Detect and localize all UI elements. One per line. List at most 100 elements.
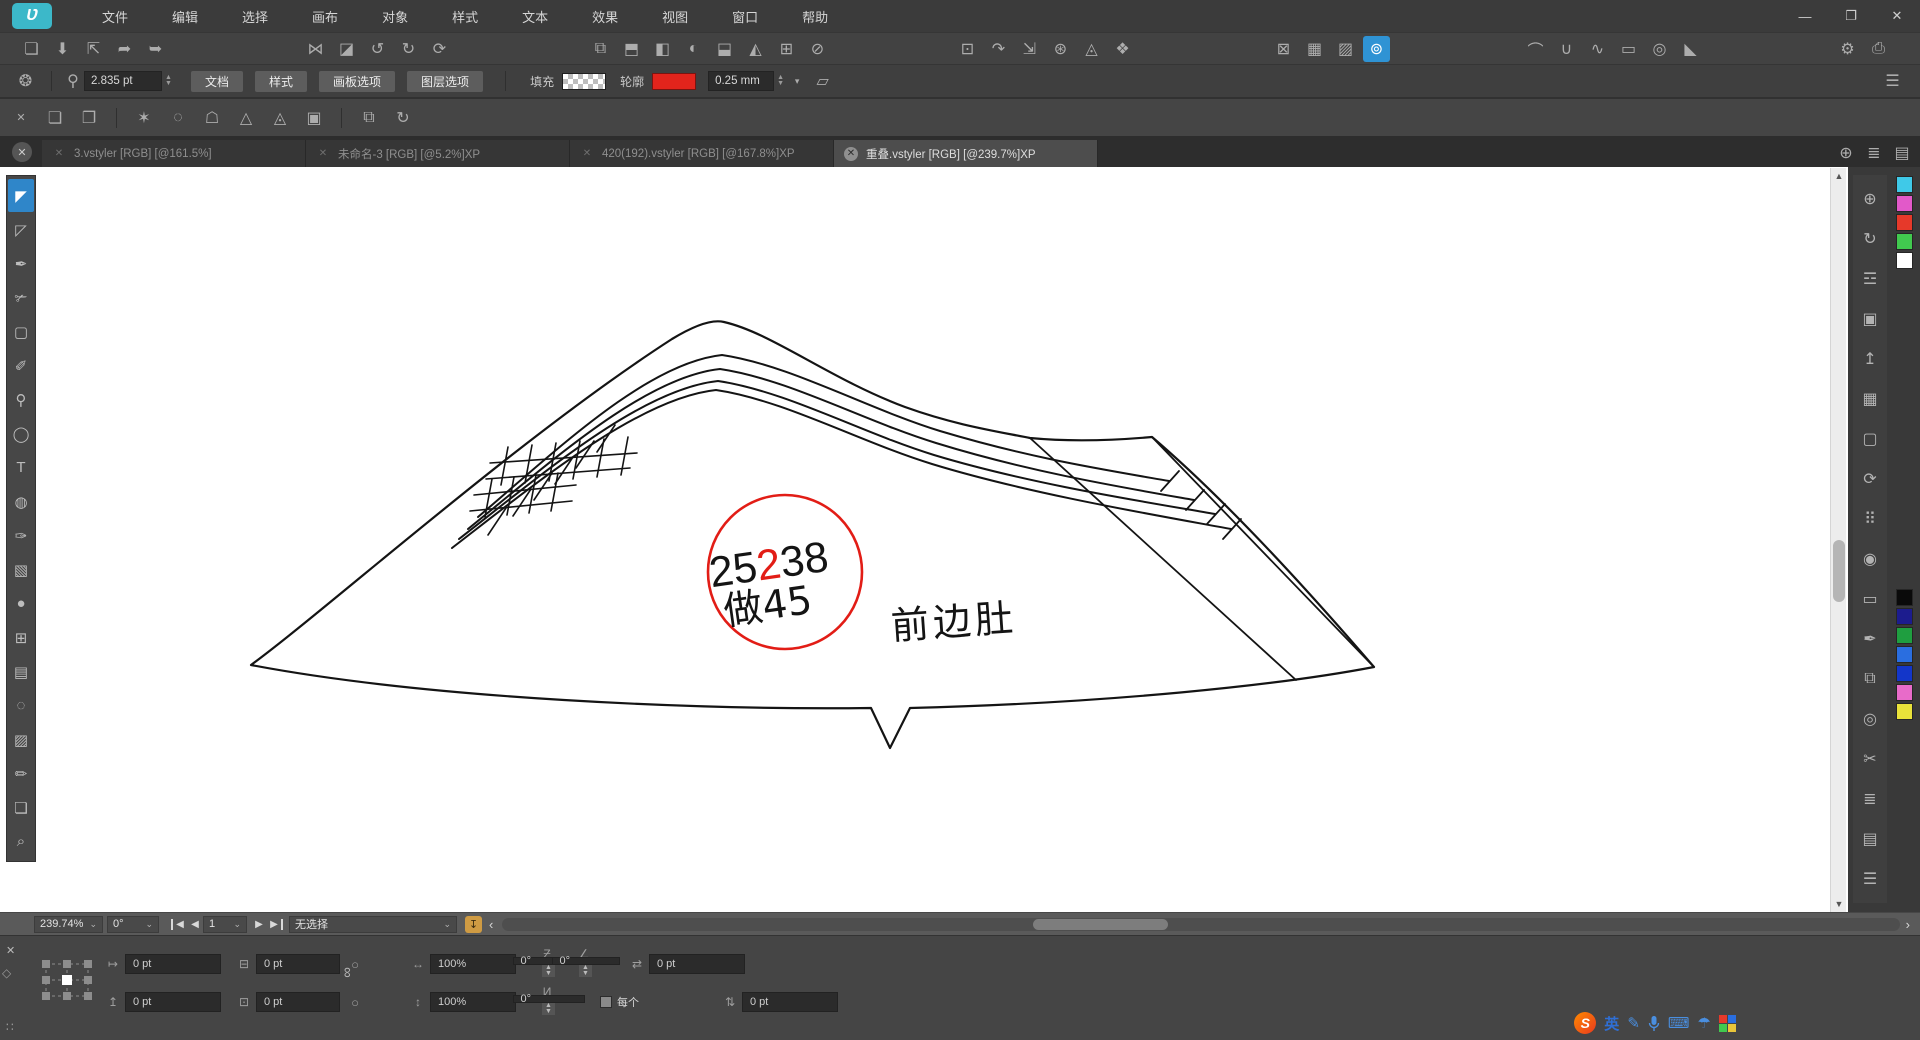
rotate-cw-icon[interactable]: ↻: [395, 36, 422, 62]
link-proportions-icon[interactable]: ∞: [339, 967, 356, 978]
scroll-up-icon[interactable]: ▲: [1831, 168, 1847, 184]
panel-close-icon[interactable]: ✕: [6, 944, 15, 957]
swatch-cyan[interactable]: [1896, 176, 1913, 193]
properties-icon[interactable]: ☲: [1856, 260, 1884, 298]
swatch-yellow[interactable]: [1896, 703, 1913, 720]
next-page-button[interactable]: ▶: [251, 919, 267, 930]
history-icon[interactable]: ↻: [1856, 220, 1884, 258]
share-icon[interactable]: ➦: [111, 36, 138, 62]
document-settings-icon[interactable]: ⚙: [1834, 36, 1861, 62]
pen-settings-icon[interactable]: ✒: [1856, 620, 1884, 658]
ime-pen-icon[interactable]: ✎: [1627, 1014, 1640, 1032]
flip-horizontal-icon[interactable]: ⋈: [302, 36, 329, 62]
content-select-icon[interactable]: ☖: [197, 104, 227, 132]
cut-panel-icon[interactable]: ✂: [1856, 740, 1884, 778]
page-tool[interactable]: ❏: [8, 791, 34, 824]
navigator-icon[interactable]: ⊕: [1856, 180, 1884, 218]
direct-select-tool[interactable]: ◸: [8, 213, 34, 246]
menu-canvas[interactable]: 画布: [290, 0, 360, 32]
stroke-width-spinner[interactable]: ▲▼: [774, 71, 787, 91]
dock-list-icon[interactable]: ≣: [1862, 140, 1886, 166]
paste-style-icon[interactable]: ❐: [74, 104, 104, 132]
tab-chongdie[interactable]: ✕ 重叠.vstyler [RGB] [@239.7%]XP: [834, 140, 1098, 167]
menu-text[interactable]: 文本: [500, 0, 570, 32]
ime-language-toggle[interactable]: 英: [1604, 1013, 1619, 1034]
stroke-swatch[interactable]: [652, 73, 696, 90]
grid-panel-icon[interactable]: ⠿: [1856, 500, 1884, 538]
stroke-step-spinner[interactable]: ▲▼: [162, 71, 175, 91]
rows-tool[interactable]: ▤: [8, 655, 34, 688]
shape-builder-icon[interactable]: ❖: [1109, 36, 1136, 62]
piece-label[interactable]: 前边肚: [890, 596, 1019, 649]
export-icon[interactable]: ⇱: [80, 36, 107, 62]
mesh-tool[interactable]: ◍: [8, 485, 34, 518]
last-page-button[interactable]: ▶: [267, 919, 283, 930]
zoom-tool[interactable]: ⌕: [8, 825, 34, 858]
frame-icon[interactable]: ▢: [1856, 420, 1884, 458]
vertical-scroll-thumb[interactable]: [1833, 540, 1845, 602]
first-page-button[interactable]: ◀: [171, 919, 187, 930]
field-spinner[interactable]: ▲▼: [579, 965, 592, 977]
tab-420-192[interactable]: ✕ 420(192).vstyler [RGB] [@167.8%]XP: [570, 140, 834, 167]
canvas[interactable]: 25238 做45 前边肚: [0, 167, 1920, 912]
band-line-left[interactable]: [1030, 438, 1296, 680]
no-fill-icon[interactable]: ⊠: [1270, 36, 1297, 62]
scroll-right-icon[interactable]: ›: [1906, 917, 1910, 932]
panel-menu-icon[interactable]: ☰: [1856, 860, 1884, 898]
node-box-icon[interactable]: ▣: [299, 104, 329, 132]
band-line-right[interactable]: [1152, 437, 1374, 667]
ime-toolbox-icon[interactable]: ☂: [1698, 1014, 1711, 1032]
menu-file[interactable]: 文件: [80, 0, 150, 32]
menu-help[interactable]: 帮助: [780, 0, 850, 32]
each-checkbox-box[interactable]: [600, 996, 612, 1008]
export-panel-icon[interactable]: ↥: [1856, 340, 1884, 378]
select-tool[interactable]: ◤: [8, 179, 34, 212]
pin-tool[interactable]: ⚲: [8, 383, 34, 416]
toolbar-close-icon[interactable]: ✕: [6, 104, 36, 132]
panel-menu-icon[interactable]: ☰: [1879, 68, 1906, 94]
gradient-tool[interactable]: ▧: [8, 553, 34, 586]
menu-edit[interactable]: 编辑: [150, 0, 220, 32]
y-position-field[interactable]: ↥ 0 pt ▲▼: [104, 992, 221, 1012]
crop-icon[interactable]: ⊘: [804, 36, 831, 62]
new-document-icon[interactable]: ❏: [18, 36, 45, 62]
page-number-field[interactable]: 1⌄: [203, 916, 247, 933]
layer-options-button[interactable]: 图层选项: [407, 71, 483, 92]
tab-close-icon[interactable]: ✕: [580, 147, 594, 161]
swatch-royal[interactable]: [1896, 665, 1913, 682]
menu-window[interactable]: 窗口: [710, 0, 780, 32]
polygon-lasso-icon[interactable]: △: [231, 104, 261, 132]
vertical-scrollbar[interactable]: ▲ ▼: [1830, 168, 1846, 912]
swatch-panel-icon[interactable]: ▤: [1890, 140, 1914, 166]
magic-wand-icon[interactable]: ✶: [129, 104, 159, 132]
rotate-copies-icon[interactable]: ⊛: [1047, 36, 1074, 62]
cut-shape-tool[interactable]: ✃: [8, 281, 34, 314]
contour-curve-1[interactable]: [478, 355, 1169, 517]
divide-icon[interactable]: ⬓: [711, 36, 738, 62]
field-spinner[interactable]: ▲▼: [542, 1003, 555, 1015]
group-select-icon[interactable]: ⧉: [354, 104, 384, 132]
each-checkbox[interactable]: 每个 ▲▼: [579, 992, 685, 1012]
blob-tool[interactable]: ●: [8, 587, 34, 620]
menu-style[interactable]: 样式: [430, 0, 500, 32]
panel-grip-icon[interactable]: ∷: [6, 1020, 14, 1034]
close-button[interactable]: ✕: [1874, 0, 1920, 32]
target-icon[interactable]: ◉: [1856, 540, 1884, 578]
tab-close-icon[interactable]: ✕: [844, 147, 858, 161]
horizontal-scroll-thumb[interactable]: [1033, 919, 1168, 930]
move-horizontal-field[interactable]: ⇄ 0 pt ▲▼: [628, 954, 745, 974]
skew-vertical-field[interactable]: И 0° ▲▼: [542, 992, 555, 1012]
swatch-magenta[interactable]: [1896, 195, 1913, 212]
layers-icon[interactable]: ▤: [1856, 820, 1884, 858]
hatch-fill-icon[interactable]: ▨: [1332, 36, 1359, 62]
shape-select-icon[interactable]: ◬: [265, 104, 295, 132]
stroke-width-caret-icon[interactable]: ▾: [789, 68, 805, 94]
blend-icon[interactable]: ◬: [1078, 36, 1105, 62]
trim-icon[interactable]: ◭: [742, 36, 769, 62]
copy-style-icon[interactable]: ❏: [40, 104, 70, 132]
rotate-angle-field[interactable]: ∠ 0° ▲▼: [579, 954, 592, 974]
display-icon[interactable]: ▭: [1856, 580, 1884, 618]
stroke-width-field[interactable]: 0.25 mm: [708, 71, 774, 91]
field-spinner[interactable]: ▲▼: [542, 965, 555, 977]
rotate-again-icon[interactable]: ⟳: [426, 36, 453, 62]
